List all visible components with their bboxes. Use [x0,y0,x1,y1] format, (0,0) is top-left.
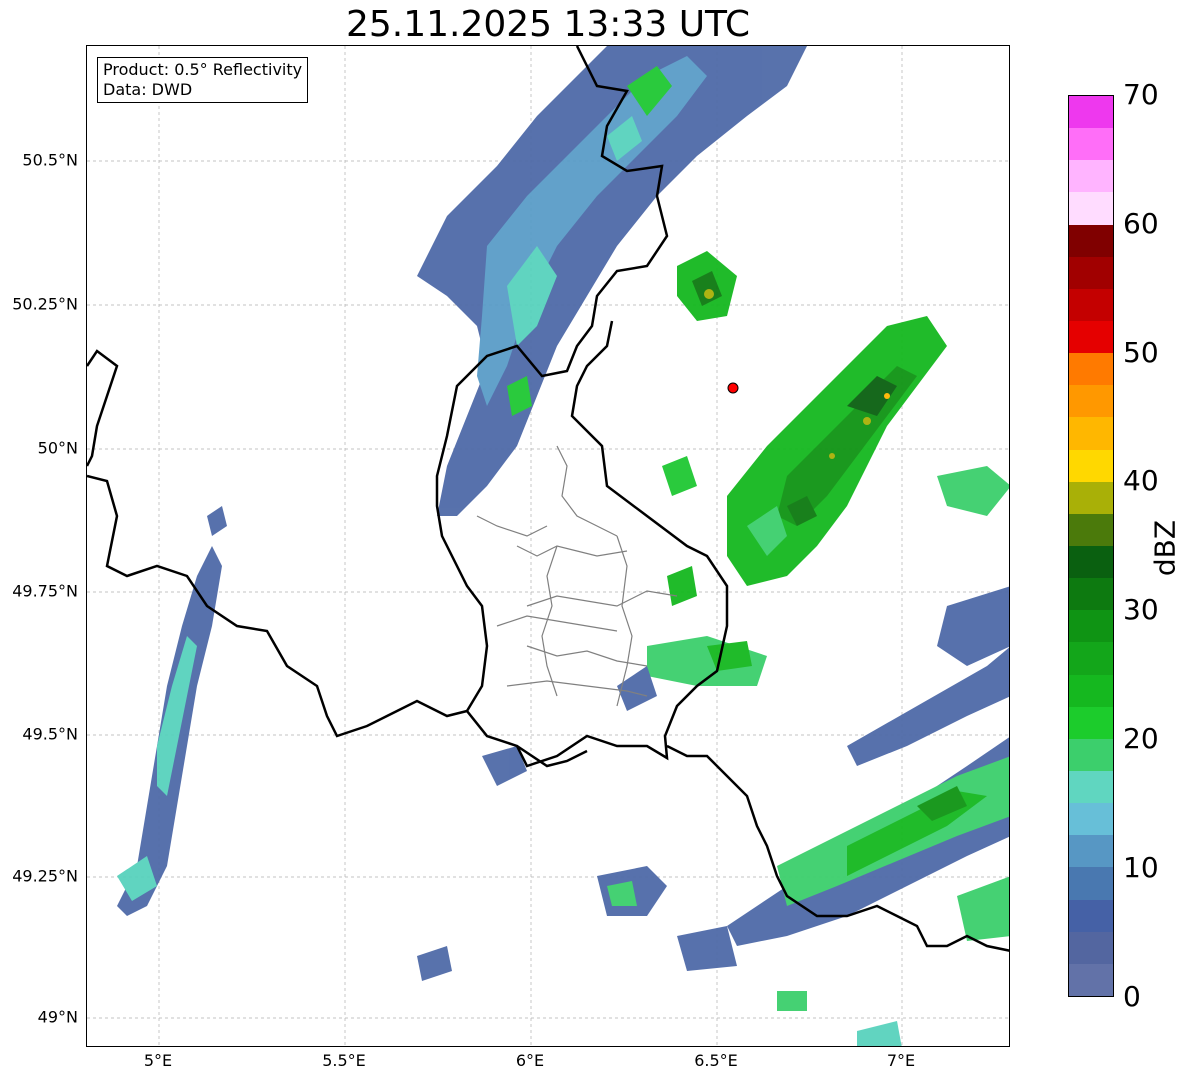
colorbar-tick: 20 [1123,722,1159,755]
colorbar-tick: 10 [1123,851,1159,884]
precipitation-echoes [117,46,1009,1046]
lon-label: 6.5°E [694,1051,738,1070]
lat-label: 49.5°N [22,724,78,744]
colorbar-segment [1069,256,1113,289]
colorbar-segment [1069,320,1113,354]
colorbar-segment [1069,449,1113,482]
colorbar-segment [1069,835,1113,868]
colorbar-segment [1069,353,1113,386]
lat-label: 50.5°N [22,150,78,170]
colorbar-segment [1069,674,1113,707]
lat-label: 49.75°N [12,581,78,601]
product-label: Product: 0.5° Reflectivity [103,60,303,79]
map-title: 25.11.2025 13:33 UTC [345,4,751,45]
colorbar-segment [1069,578,1113,611]
colorbar-label: dBZ [1148,519,1182,577]
colorbar-tick: 40 [1123,464,1159,497]
colorbar-segment [1069,385,1113,418]
colorbar-segment [1069,128,1113,161]
data-source-label: Data: DWD [103,80,193,99]
colorbar-segment [1069,803,1113,836]
colorbar-segment [1069,192,1113,225]
colorbar-segment [1069,513,1113,546]
colorbar-tick: 60 [1123,207,1159,240]
lat-label: 50.25°N [12,294,78,314]
radar-map [86,45,1010,1047]
lat-label: 50°N [37,438,78,458]
colorbar-segment [1069,963,1113,996]
colorbar-segment [1069,899,1113,932]
colorbar-segment [1069,96,1113,129]
colorbar-segment [1069,770,1113,804]
lon-label: 6°E [515,1051,545,1070]
colorbar-segment [1069,545,1113,579]
lon-label: 5°E [143,1051,173,1070]
colorbar-segment [1069,160,1113,193]
radar-map-canvas [87,46,1009,1046]
colorbar-segment [1069,706,1113,739]
colorbar-segment [1069,867,1113,900]
colorbar-tick: 50 [1123,336,1159,369]
colorbar-segment [1069,417,1113,450]
lon-label: 5.5°E [322,1051,366,1070]
colorbar-tick: 70 [1123,78,1159,111]
colorbar-tick: 0 [1123,980,1141,1013]
colorbar-segment [1069,642,1113,675]
colorbar-segment [1069,610,1113,643]
colorbar [1068,95,1114,997]
info-box: Product: 0.5° Reflectivity Data: DWD [97,57,309,103]
lat-label: 49.25°N [12,866,78,886]
colorbar-segment [1069,224,1113,257]
colorbar-segment [1069,288,1113,321]
colorbar-segment [1069,738,1113,771]
colorbar-segment [1069,481,1113,514]
lon-label: 7°E [886,1051,916,1070]
colorbar-tick: 30 [1123,593,1159,626]
radar-site-marker [727,382,739,394]
lat-label: 49°N [37,1007,78,1027]
colorbar-segment [1069,931,1113,964]
